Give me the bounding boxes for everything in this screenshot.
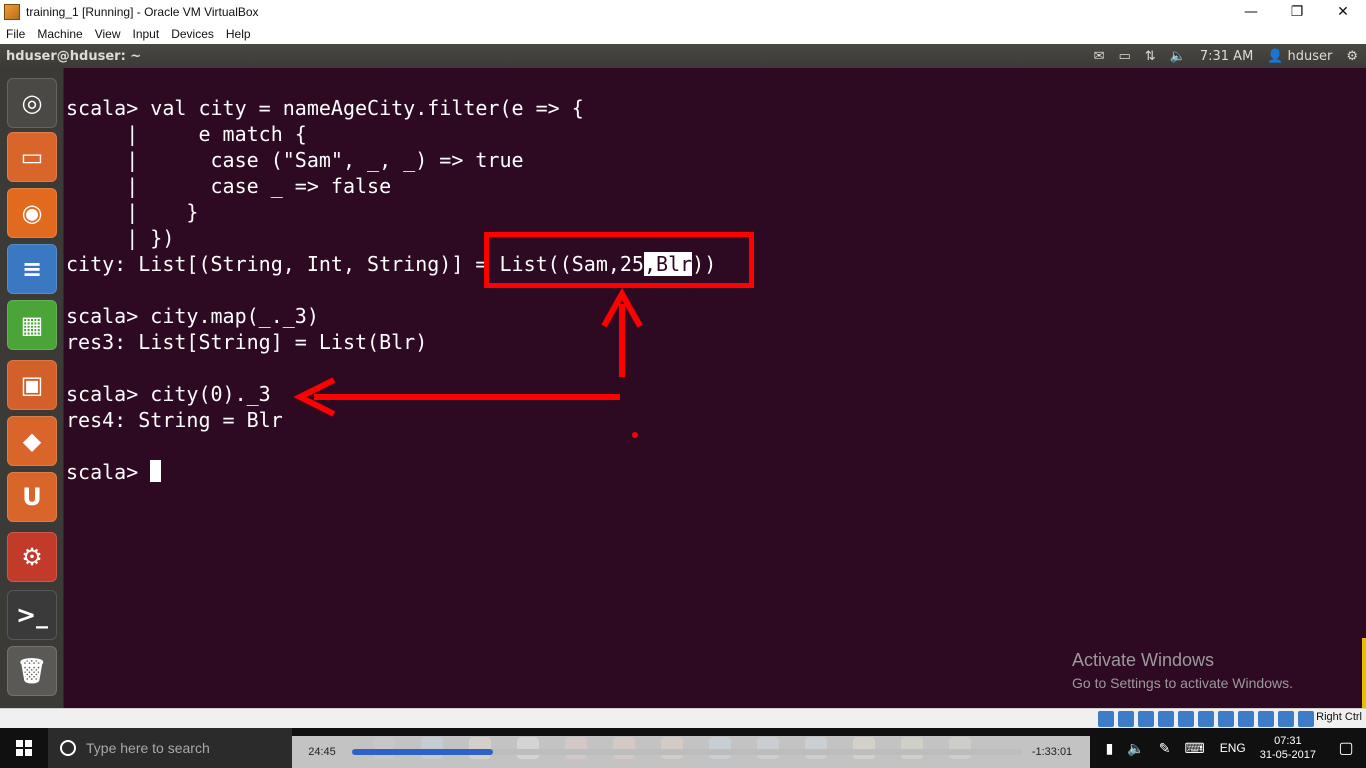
close-button[interactable]: ✕ bbox=[1320, 0, 1366, 24]
menu-machine[interactable]: Machine bbox=[31, 27, 88, 41]
menu-devices[interactable]: Devices bbox=[165, 27, 220, 41]
writer-icon[interactable]: ≡ bbox=[7, 244, 57, 294]
search-placeholder: Type here to search bbox=[86, 740, 210, 756]
menu-help[interactable]: Help bbox=[220, 27, 257, 41]
terminal-icon-glyph: >_ bbox=[15, 601, 49, 629]
clock[interactable]: 7:31 AM bbox=[1200, 49, 1253, 64]
terminal-icon[interactable]: >_ bbox=[7, 590, 57, 640]
shared-folder-icon[interactable] bbox=[1198, 711, 1214, 727]
keyboard-capture-icon[interactable] bbox=[1298, 711, 1314, 727]
audio-icon[interactable] bbox=[1138, 711, 1154, 727]
pen-icon[interactable]: ✎ bbox=[1159, 740, 1171, 757]
scrollbar-thumb[interactable] bbox=[1362, 638, 1366, 708]
calc-icon-glyph: ▦ bbox=[20, 311, 44, 339]
ubuntu-top-panel: hduser@hduser: ~ ✉ ▭ ⇅ 🔈 7:31 AM 👤 hduser… bbox=[0, 44, 1366, 68]
software-center-icon[interactable]: ◆ bbox=[7, 416, 57, 466]
system-settings-icon-glyph: ⚙ bbox=[21, 543, 43, 571]
menu-view[interactable]: View bbox=[89, 27, 127, 41]
taskbar-clock-time: 07:31 bbox=[1274, 735, 1302, 747]
cpu-icon[interactable] bbox=[1258, 711, 1274, 727]
watermark-line-2: Go to Settings to activate Windows. bbox=[1072, 675, 1293, 691]
mouse-integration-icon[interactable] bbox=[1278, 711, 1294, 727]
menu-file[interactable]: File bbox=[0, 27, 31, 41]
window-title: training_1 [Running] - Oracle VM Virtual… bbox=[26, 5, 259, 19]
scrollbar[interactable] bbox=[1360, 68, 1366, 708]
calc-icon[interactable]: ▦ bbox=[7, 300, 57, 350]
host-key-label: Right Ctrl bbox=[1316, 711, 1362, 723]
mail-icon[interactable]: ✉ bbox=[1094, 49, 1105, 64]
terminal-area[interactable]: scala> val city = nameAgeCity.filter(e =… bbox=[64, 68, 1366, 708]
optical-drive-icon[interactable] bbox=[1118, 711, 1134, 727]
firefox-icon[interactable]: ◉ bbox=[7, 188, 57, 238]
video-capture-icon[interactable] bbox=[1238, 711, 1254, 727]
taskbar-clock[interactable]: 07:31 31-05-2017 bbox=[1260, 734, 1316, 762]
files-icon[interactable]: ▭ bbox=[7, 132, 57, 182]
speaker-icon[interactable]: 🔈 bbox=[1127, 740, 1144, 757]
files-icon-glyph: ▭ bbox=[20, 143, 44, 171]
user-name: hduser bbox=[1287, 48, 1333, 64]
annotation-arrows bbox=[293, 287, 643, 438]
progress-fill bbox=[352, 749, 493, 755]
system-settings-icon[interactable]: ⚙ bbox=[7, 532, 57, 582]
indicator-area: ✉ ▭ ⇅ 🔈 7:31 AM 👤 hduser ⚙ bbox=[1094, 44, 1358, 68]
virtualbox-icon bbox=[4, 4, 20, 20]
writer-icon-glyph: ≡ bbox=[21, 255, 43, 283]
notifications-icon[interactable]: ▢ bbox=[1326, 728, 1366, 768]
menu-input[interactable]: Input bbox=[127, 27, 166, 41]
software-center-icon-glyph: ◆ bbox=[22, 427, 42, 455]
taskbar-clock-date: 31-05-2017 bbox=[1259, 749, 1316, 761]
settings-gear-icon[interactable]: ⚙ bbox=[1346, 49, 1358, 64]
ubuntu-one-icon-glyph: U bbox=[22, 483, 42, 511]
minimize-button[interactable]: — bbox=[1228, 0, 1274, 24]
elapsed-time: 24:45 bbox=[308, 746, 336, 758]
impress-icon-glyph: ▣ bbox=[20, 371, 44, 399]
remaining-time: -1:33:01 bbox=[1031, 746, 1073, 758]
window-controls: — ❐ ✕ bbox=[1228, 0, 1366, 24]
ubuntu-dash-icon-glyph: ◎ bbox=[21, 89, 43, 117]
clock-time: 7:31 AM bbox=[1199, 48, 1254, 64]
search-icon bbox=[60, 740, 76, 756]
trash-icon[interactable]: 🗑 bbox=[7, 646, 57, 696]
language-indicator[interactable]: ENG bbox=[1220, 741, 1246, 755]
ubuntu-launcher: ◎ ▭ ◉ ≡ ▦ ▣ ◆ U ⚙ >_ 🗑 bbox=[0, 68, 64, 708]
menu-bar: File Machine View Input Devices Help bbox=[0, 24, 1366, 44]
volume-icon[interactable]: 🔈 bbox=[1170, 49, 1186, 64]
watermark-line-1: Activate Windows bbox=[1072, 650, 1215, 670]
windows-logo-icon bbox=[16, 740, 32, 756]
firefox-icon-glyph: ◉ bbox=[21, 199, 43, 227]
window-title-bar: training_1 [Running] - Oracle VM Virtual… bbox=[0, 0, 1366, 24]
ubuntu-one-icon[interactable]: U bbox=[7, 472, 57, 522]
network-adapter-icon[interactable] bbox=[1158, 711, 1174, 727]
usb-icon[interactable] bbox=[1178, 711, 1194, 727]
annotation-dot bbox=[632, 432, 638, 438]
trash-icon-glyph: 🗑 bbox=[16, 657, 48, 685]
ubuntu-dash-icon[interactable]: ◎ bbox=[7, 78, 57, 128]
maximize-button[interactable]: ❐ bbox=[1274, 0, 1320, 24]
progress-track[interactable] bbox=[352, 749, 1022, 755]
hdd-icon[interactable] bbox=[1098, 711, 1114, 727]
start-button[interactable] bbox=[0, 728, 48, 768]
taskbar-search-box[interactable]: Type here to search bbox=[48, 728, 292, 768]
system-tray: ▮ 🔈 ✎ ⌨ ENG 07:31 31-05-2017 ▢ bbox=[1099, 728, 1366, 768]
network-icon[interactable]: ⇅ bbox=[1145, 49, 1156, 64]
user-icon: 👤 bbox=[1267, 48, 1284, 64]
display-icon[interactable] bbox=[1218, 711, 1234, 727]
user-menu[interactable]: 👤 hduser bbox=[1267, 49, 1332, 64]
device-status-icons bbox=[1098, 711, 1314, 727]
terminal-window-title: hduser@hduser: ~ bbox=[6, 48, 142, 64]
battery-icon[interactable]: ▭ bbox=[1118, 49, 1130, 64]
wifi-icon[interactable]: ▮ bbox=[1106, 740, 1114, 757]
impress-icon[interactable]: ▣ bbox=[7, 360, 57, 410]
keyboard-icon[interactable]: ⌨ bbox=[1184, 740, 1204, 757]
virtualbox-status-bar: Right Ctrl bbox=[0, 708, 1366, 728]
activate-windows-watermark: Activate Windows Go to Settings to activ… bbox=[1072, 650, 1293, 691]
video-player-bar: 24:45 -1:33:01 bbox=[292, 736, 1090, 768]
